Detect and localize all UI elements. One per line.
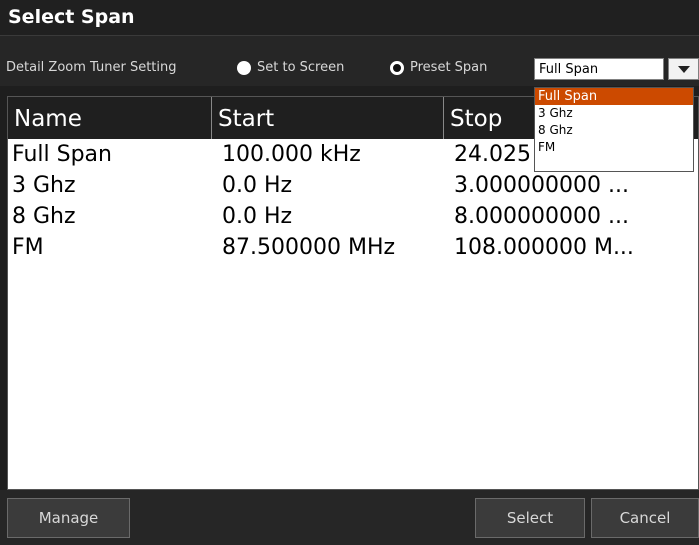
- dropdown-option-full-span[interactable]: Full Span: [535, 88, 693, 105]
- title-bar: Select Span: [0, 0, 699, 36]
- column-header-start[interactable]: Start: [212, 97, 444, 139]
- radio-set-to-screen-label: Set to Screen: [257, 60, 345, 75]
- preset-span-select[interactable]: Full Span: [534, 58, 664, 80]
- select-button[interactable]: Select: [475, 498, 585, 538]
- cell-stop: 24.025: [454, 142, 531, 167]
- window-title: Select Span: [8, 6, 135, 28]
- dropdown-option-8-ghz[interactable]: 8 Ghz: [535, 122, 693, 139]
- radio-preset-span-label: Preset Span: [410, 60, 488, 75]
- cell-name: Full Span: [12, 142, 112, 167]
- cell-stop: 108.000000 M...: [454, 235, 634, 260]
- cell-name: 8 Ghz: [12, 204, 76, 229]
- column-header-name[interactable]: Name: [8, 97, 212, 139]
- cell-start: 100.000 kHz: [222, 142, 361, 167]
- cell-start: 0.0 Hz: [222, 204, 293, 229]
- cell-name: 3 Ghz: [12, 173, 76, 198]
- cell-name: FM: [12, 235, 44, 260]
- table-row[interactable]: 8 Ghz 0.0 Hz 8.000000000 ...: [8, 201, 698, 232]
- cell-start: 0.0 Hz: [222, 173, 293, 198]
- manage-button[interactable]: Manage: [7, 498, 130, 538]
- table-row[interactable]: FM 87.500000 MHz 108.000000 M...: [8, 232, 698, 263]
- cell-stop: 3.000000000 ...: [454, 173, 629, 198]
- table-row[interactable]: 3 Ghz 0.0 Hz 3.000000000 ...: [8, 170, 698, 201]
- cancel-button[interactable]: Cancel: [591, 498, 699, 538]
- dropdown-option-3-ghz[interactable]: 3 Ghz: [535, 105, 693, 122]
- radio-unselected-icon: [237, 60, 251, 75]
- button-bar: Manage Select Cancel: [0, 490, 699, 545]
- radio-selected-icon: [390, 60, 404, 75]
- dropdown-option-fm[interactable]: FM: [535, 139, 693, 156]
- radio-set-to-screen[interactable]: Set to Screen: [237, 60, 344, 75]
- tuner-setting-label: Detail Zoom Tuner Setting: [6, 60, 177, 75]
- cell-start: 87.500000 MHz: [222, 235, 396, 260]
- chevron-down-icon: [678, 66, 690, 73]
- dropdown-toggle-button[interactable]: [668, 58, 699, 80]
- radio-preset-span[interactable]: Preset Span: [390, 60, 487, 75]
- preset-span-dropdown-list: Full Span 3 Ghz 8 Ghz FM: [534, 87, 694, 172]
- cell-stop: 8.000000000 ...: [454, 204, 629, 229]
- preset-span-value: Full Span: [539, 62, 599, 77]
